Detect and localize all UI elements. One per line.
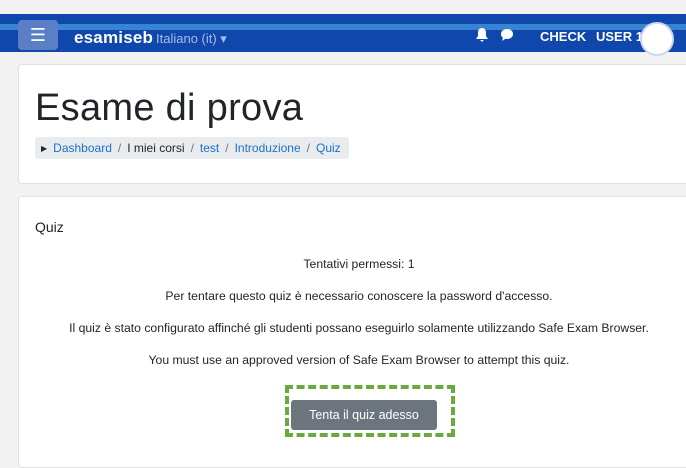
breadcrumb: ▶ Dashboard / I miei corsi / test / Intr… — [35, 137, 349, 159]
breadcrumb-toggle-icon[interactable]: ▶ — [41, 144, 47, 153]
seb-required-note: Il quiz è stato configurato affinché gli… — [69, 321, 649, 335]
breadcrumb-separator: / — [306, 141, 310, 155]
breadcrumb-introduzione[interactable]: Introduzione — [235, 141, 301, 155]
user-menu[interactable]: USER 1 — [596, 29, 643, 44]
attempt-quiz-button[interactable]: Tenta il quiz adesso — [291, 400, 437, 430]
breadcrumb-separator: / — [190, 141, 194, 155]
page-title: Esame di prova — [35, 87, 304, 129]
avatar[interactable] — [640, 22, 674, 56]
bell-icon[interactable] — [476, 28, 488, 45]
check-link[interactable]: CHECK — [540, 29, 586, 44]
attempts-allowed: Tentativi permessi: 1 — [303, 257, 415, 271]
quiz-card: Quiz Tentativi permessi: 1 Per tentare q… — [18, 196, 686, 468]
breadcrumb-separator: / — [117, 141, 122, 155]
seb-version-note: You must use an approved version of Safe… — [148, 353, 570, 367]
breadcrumb-test[interactable]: test — [200, 141, 219, 155]
breadcrumb-dashboard[interactable]: Dashboard — [53, 141, 112, 155]
breadcrumb-separator: / — [225, 141, 229, 155]
page-header: Esame di prova ▶ Dashboard / I miei cors… — [18, 64, 686, 184]
hamburger-icon[interactable]: ☰ — [18, 20, 58, 50]
quiz-heading: Quiz — [35, 219, 64, 235]
chat-icon[interactable] — [500, 28, 514, 45]
password-note: Per tentare questo quiz è necessario con… — [165, 289, 553, 303]
language-selector[interactable]: Italiano (it) ▾ — [156, 31, 227, 47]
breadcrumb-my-courses: I miei corsi — [127, 141, 185, 155]
site-brand[interactable]: esamiseb — [74, 28, 153, 48]
breadcrumb-quiz[interactable]: Quiz — [316, 141, 341, 155]
